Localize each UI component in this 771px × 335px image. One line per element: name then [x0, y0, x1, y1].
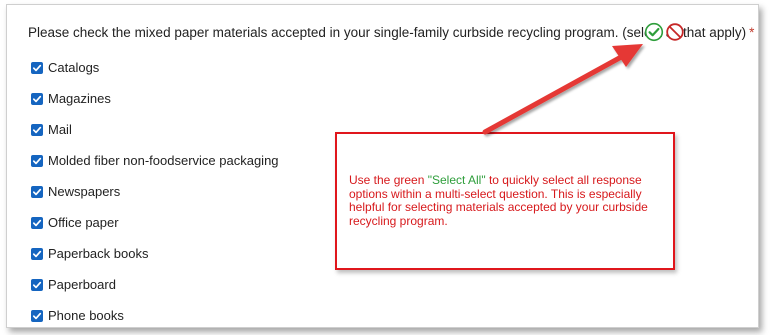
- option-checkbox[interactable]: [31, 123, 43, 136]
- option-label: Paperback books: [48, 246, 149, 261]
- select-all-button[interactable]: [644, 22, 664, 42]
- option-checkbox[interactable]: [31, 61, 43, 74]
- option-item[interactable]: Molded fiber non-foodservice packaging: [31, 145, 279, 176]
- question-text: Please check the mixed paper materials a…: [28, 25, 747, 40]
- check-circle-icon: [644, 22, 664, 42]
- option-label: Office paper: [48, 215, 119, 230]
- callout-select-all-highlight: "Select All": [427, 173, 486, 187]
- checkmark-icon: [32, 95, 42, 102]
- option-checkbox[interactable]: [31, 185, 43, 198]
- option-checkbox[interactable]: [31, 92, 43, 105]
- option-label: Paperboard: [48, 277, 116, 292]
- option-item[interactable]: Mail: [31, 114, 279, 145]
- option-label: Mail: [48, 122, 72, 137]
- option-checkbox[interactable]: [31, 154, 43, 167]
- option-item[interactable]: Magazines: [31, 83, 279, 114]
- annotation-callout: Use the green "Select All" to quickly se…: [335, 132, 675, 270]
- survey-panel: Please check the mixed paper materials a…: [6, 4, 759, 328]
- checkmark-icon: [32, 188, 42, 195]
- option-label: Phone books: [48, 308, 124, 323]
- option-item[interactable]: Catalogs: [31, 52, 279, 83]
- callout-text-before: Use the green: [349, 173, 428, 187]
- option-item[interactable]: Newspapers: [31, 176, 279, 207]
- option-checkbox[interactable]: [31, 247, 43, 260]
- checkmark-icon: [32, 219, 42, 226]
- checkmark-icon: [32, 312, 42, 319]
- options-list: Catalogs Magazines Mail Molded fiber non-fo…: [31, 52, 279, 327]
- option-item[interactable]: Office paper: [31, 207, 279, 238]
- option-checkbox[interactable]: [31, 278, 43, 291]
- option-item[interactable]: Paperback books: [31, 238, 279, 269]
- option-item[interactable]: Paperboard: [31, 269, 279, 300]
- option-item[interactable]: Phone books: [31, 300, 279, 327]
- option-checkbox[interactable]: [31, 309, 43, 322]
- option-label: Molded fiber non-foodservice packaging: [48, 153, 279, 168]
- prohibited-circle-icon: [666, 23, 684, 41]
- option-label: Magazines: [48, 91, 111, 106]
- callout-text: Use the green "Select All" to quickly se…: [349, 173, 649, 228]
- checkmark-icon: [32, 157, 42, 164]
- checkmark-icon: [32, 250, 42, 257]
- option-checkbox[interactable]: [31, 216, 43, 229]
- option-label: Newspapers: [48, 184, 121, 199]
- required-marker: *: [749, 25, 755, 40]
- checkmark-icon: [32, 126, 42, 133]
- checkmark-icon: [32, 64, 42, 71]
- option-label: Catalogs: [48, 60, 100, 75]
- checkmark-icon: [32, 281, 42, 288]
- clear-all-button[interactable]: [665, 22, 685, 42]
